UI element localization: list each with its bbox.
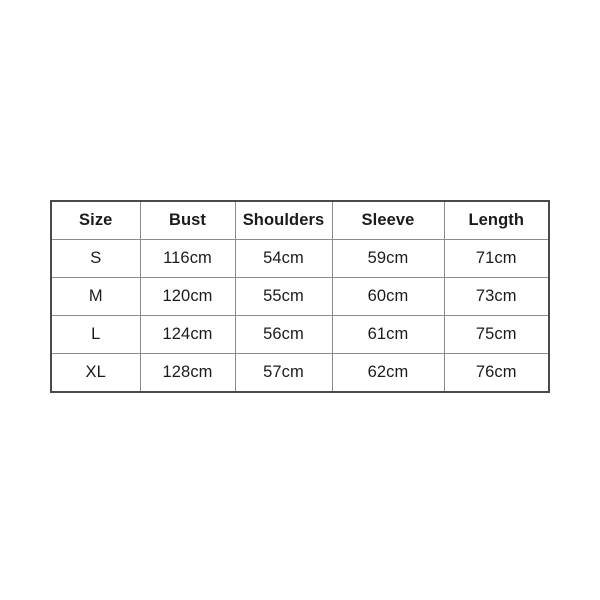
cell-sleeve: 59cm xyxy=(331,239,445,278)
cell-length: 73cm xyxy=(443,277,550,316)
cell-size: S xyxy=(50,239,141,278)
column-header-size: Size xyxy=(50,200,141,240)
cell-length: 76cm xyxy=(443,353,550,393)
cell-sleeve: 60cm xyxy=(331,277,445,316)
column-header-bust: Bust xyxy=(139,200,236,240)
column-header-sleeve: Sleeve xyxy=(331,200,445,240)
cell-sleeve: 61cm xyxy=(331,315,445,354)
cell-shoulders: 56cm xyxy=(234,315,333,354)
cell-length: 71cm xyxy=(443,239,550,278)
table-row: XL 128cm 57cm 62cm 76cm xyxy=(50,353,550,393)
column-header-shoulders: Shoulders xyxy=(234,200,333,240)
cell-length: 75cm xyxy=(443,315,550,354)
table-row: L 124cm 56cm 61cm 75cm xyxy=(50,315,550,354)
cell-sleeve: 62cm xyxy=(331,353,445,393)
table-row: S 116cm 54cm 59cm 71cm xyxy=(50,239,550,278)
table-header: Size Bust Shoulders Sleeve Length xyxy=(50,200,550,240)
cell-bust: 124cm xyxy=(139,315,236,354)
cell-size: M xyxy=(50,277,141,316)
column-header-length: Length xyxy=(443,200,550,240)
cell-size: XL xyxy=(50,353,141,393)
size-chart-figure: Size Bust Shoulders Sleeve Length S 116c… xyxy=(50,200,550,393)
table-body: S 116cm 54cm 59cm 71cm M 120cm 55cm 60cm… xyxy=(50,239,550,393)
cell-bust: 116cm xyxy=(139,239,236,278)
cell-shoulders: 57cm xyxy=(234,353,333,393)
cell-bust: 120cm xyxy=(139,277,236,316)
table-header-row: Size Bust Shoulders Sleeve Length xyxy=(50,200,550,240)
cell-bust: 128cm xyxy=(139,353,236,393)
cell-shoulders: 54cm xyxy=(234,239,333,278)
table-row: M 120cm 55cm 60cm 73cm xyxy=(50,277,550,316)
cell-shoulders: 55cm xyxy=(234,277,333,316)
cell-size: L xyxy=(50,315,141,354)
size-chart-table: Size Bust Shoulders Sleeve Length S 116c… xyxy=(50,200,550,393)
